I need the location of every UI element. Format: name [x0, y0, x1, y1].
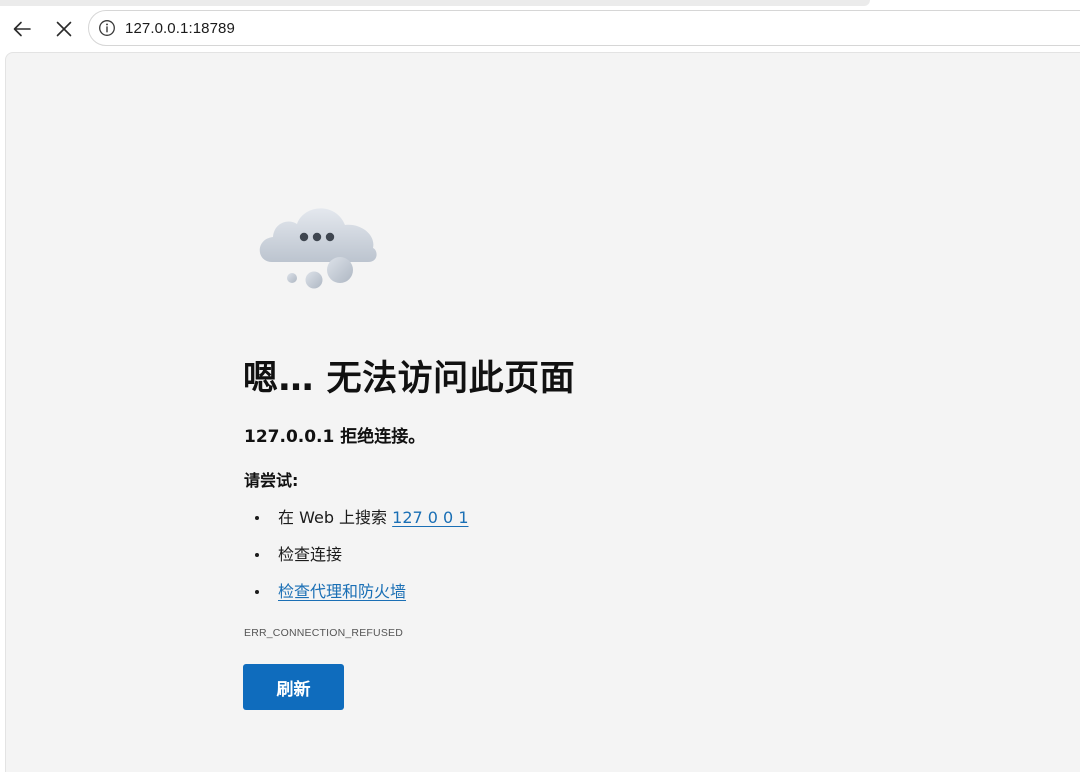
- close-icon: [56, 21, 72, 37]
- bullet: [255, 590, 259, 594]
- address-url[interactable]: 127.0.0.1:18789: [125, 20, 235, 37]
- error-code: ERR_CONNECTION_REFUSED: [244, 627, 404, 639]
- suggestion-search-web: 在 Web 上搜索 127 0 0 1: [244, 506, 469, 543]
- cloud-icon: [259, 208, 377, 289]
- suggestion-list: 在 Web 上搜索 127 0 0 1 检查连接 检查代理和防火墙: [244, 506, 469, 617]
- stop-loading-button[interactable]: [48, 13, 80, 45]
- suggestion-check-connection: 检查连接: [244, 543, 469, 580]
- try-heading: 请尝试:: [244, 471, 299, 490]
- info-icon[interactable]: [98, 19, 116, 37]
- back-arrow-icon: [13, 21, 31, 37]
- page-content: [5, 52, 1080, 772]
- browser-toolbar: 127.0.0.1:18789: [0, 0, 1080, 52]
- refresh-button[interactable]: 刷新: [243, 664, 344, 710]
- back-button[interactable]: [6, 13, 38, 45]
- search-web-link[interactable]: 127 0 0 1: [392, 508, 468, 527]
- bullet: [255, 516, 259, 520]
- suggestion-check-connection-text: 检查连接: [278, 545, 343, 564]
- address-bar[interactable]: 127.0.0.1:18789: [88, 10, 1080, 46]
- tab-strip: [0, 0, 870, 6]
- bullet: [255, 553, 259, 557]
- error-subtitle: 127.0.0.1 拒绝连接。: [244, 427, 426, 447]
- suggestion-search-prefix: 在 Web 上搜索: [278, 508, 393, 527]
- check-proxy-firewall-link[interactable]: 检查代理和防火墙: [278, 582, 406, 601]
- suggestion-check-proxy-firewall: 检查代理和防火墙: [244, 580, 469, 617]
- error-title: 嗯… 无法访问此页面: [243, 359, 576, 399]
